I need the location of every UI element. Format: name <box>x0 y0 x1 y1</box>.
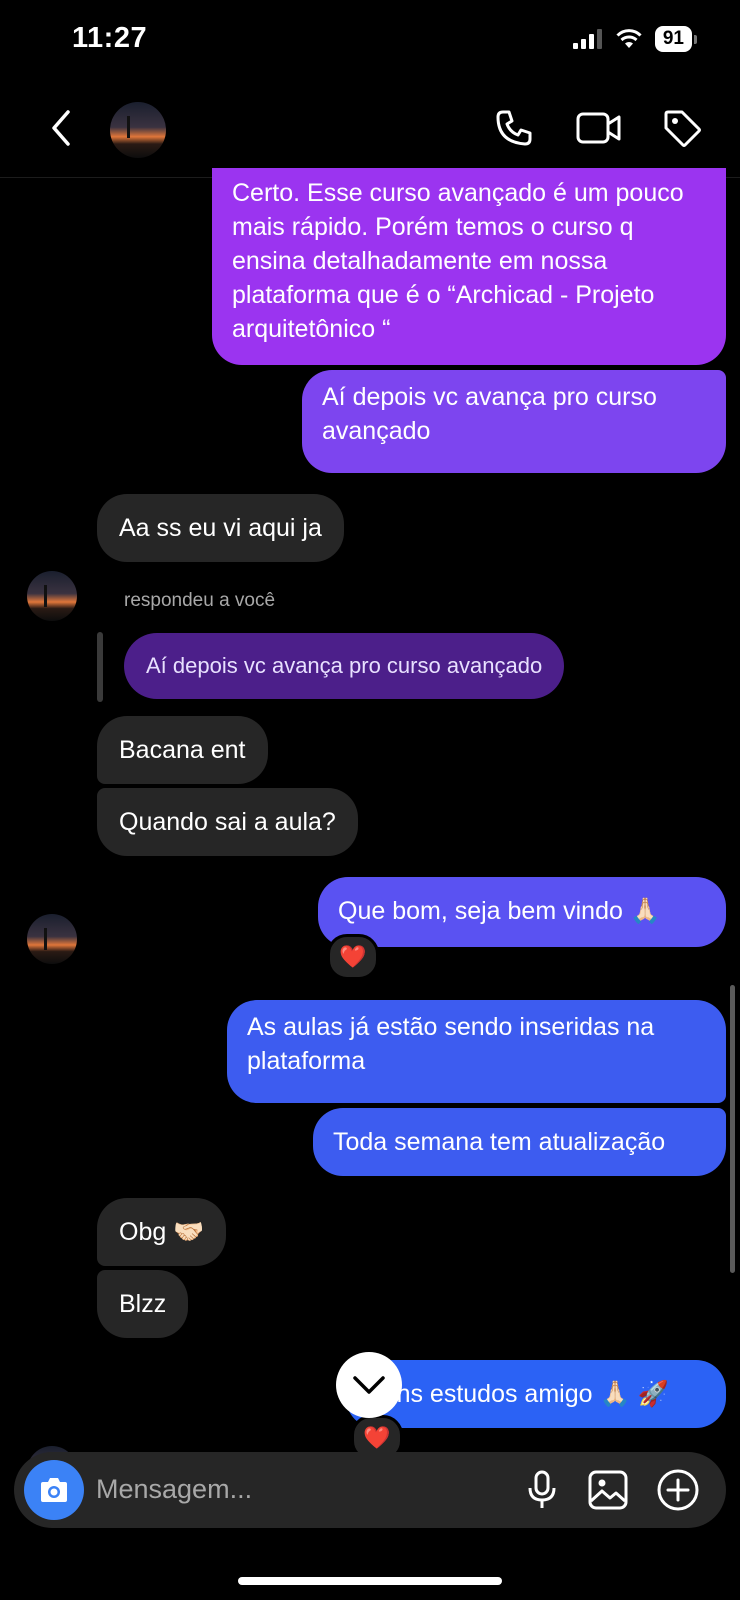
status-time: 11:27 <box>72 22 148 54</box>
message-incoming[interactable]: Obg 🤝🏻 <box>97 1198 227 1266</box>
reaction-heart[interactable]: ❤️ <box>327 934 379 980</box>
home-indicator <box>238 1577 502 1585</box>
wifi-icon <box>616 29 642 48</box>
scroll-to-bottom-button[interactable] <box>336 1352 402 1418</box>
gallery-icon <box>588 1470 628 1510</box>
reply-quoted-message[interactable]: Aí depois vc avança pro curso avançado <box>124 633 565 699</box>
plus-icon <box>657 1469 699 1511</box>
tag-icon <box>664 110 701 147</box>
reply-bar <box>97 632 103 702</box>
camera-icon <box>41 1478 67 1502</box>
more-options-button[interactable] <box>656 1468 700 1517</box>
message-incoming[interactable]: Aa ss eu vi aqui ja <box>97 494 344 562</box>
tag-button[interactable] <box>662 108 702 153</box>
message-composer: Mensagem... <box>14 1452 726 1528</box>
voice-message-button[interactable] <box>526 1470 558 1515</box>
video-call-button[interactable] <box>576 110 622 151</box>
signal-icon <box>572 29 602 49</box>
call-button[interactable] <box>494 108 534 153</box>
reply-label: respondeu a você <box>124 590 276 611</box>
message-incoming[interactable]: Bacana ent <box>97 716 268 784</box>
video-camera-icon <box>576 112 621 144</box>
phone-icon <box>496 110 532 146</box>
back-button[interactable] <box>48 108 74 153</box>
message-incoming[interactable]: Blzz <box>97 1270 189 1338</box>
gallery-button[interactable] <box>588 1470 628 1515</box>
header-avatar[interactable] <box>110 102 166 158</box>
chevron-left-icon <box>52 110 70 146</box>
message-incoming[interactable]: Quando sai a aula? <box>97 788 358 856</box>
microphone-icon <box>528 1470 556 1508</box>
message-input[interactable]: Mensagem... <box>96 1474 252 1505</box>
contact-avatar[interactable] <box>27 571 77 621</box>
message-outgoing[interactable]: As aulas já estão sendo inseridas na pla… <box>227 1000 726 1103</box>
contact-avatar[interactable] <box>27 914 77 964</box>
message-outgoing[interactable]: Aí depois vc avança pro curso avançado <box>302 370 726 473</box>
message-outgoing[interactable]: Toda semana tem atualização <box>313 1108 726 1176</box>
status-icons: 91 <box>572 26 698 52</box>
message-outgoing[interactable]: Bons estudos amigo 🙏🏻 🚀 <box>346 1360 726 1428</box>
scrollbar[interactable] <box>730 985 735 1273</box>
chevron-down-icon <box>353 1376 385 1394</box>
message-outgoing[interactable]: Certo. Esse curso avançado é um pouco ma… <box>212 168 726 365</box>
camera-button[interactable] <box>24 1460 84 1520</box>
battery-indicator: 91 <box>654 26 698 52</box>
message-outgoing[interactable]: Que bom, seja bem vindo 🙏🏻 <box>318 877 726 947</box>
